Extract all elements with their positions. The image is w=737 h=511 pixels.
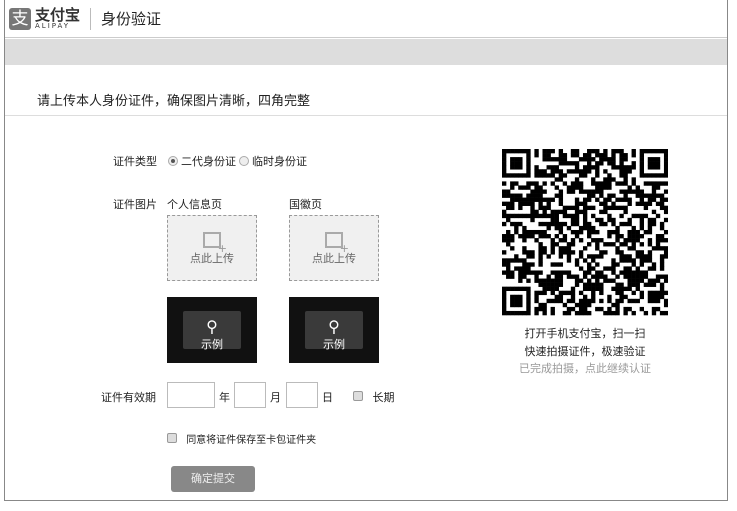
alipay-logo-icon: 支 (9, 7, 31, 30)
logo-cn: 支付宝 (35, 5, 81, 24)
upload-text: 点此上传 (312, 252, 356, 265)
sample-front[interactable]: ⚲ 示例 (167, 297, 257, 363)
upload-front[interactable]: 点此上传 (167, 215, 257, 281)
intro-text: 请上传本人身份证件，确保图片清晰，四角完整 (37, 94, 311, 109)
image-add-icon (325, 232, 349, 255)
qr-instruction-1: 打开手机支付宝，扫一扫 (524, 327, 646, 340)
header-divider (90, 7, 92, 30)
day-label: 日 (322, 391, 333, 404)
radio-id-card-label[interactable]: 二代身份证 (181, 155, 236, 168)
page-title: 身份验证 (101, 10, 162, 28)
alipay-logo[interactable]: 支 支付宝 ALIPAY (9, 5, 81, 30)
agree-label[interactable]: 同意将证件保存至卡包证件夹 (186, 435, 316, 446)
year-label: 年 (219, 391, 230, 404)
radio-temp-id-label[interactable]: 临时身份证 (252, 155, 307, 168)
validity-label: 证件有效期 (101, 391, 156, 404)
upload-back[interactable]: 点此上传 (289, 215, 379, 281)
divider (5, 115, 727, 116)
image-label: 证件图片 (113, 198, 157, 211)
front-label: 个人信息页 (167, 198, 222, 211)
page-frame: 支 支付宝 ALIPAY 身份验证 请上传本人身份证件，确保图片清晰，四角完整 证… (4, 0, 728, 501)
year-input[interactable] (167, 382, 215, 408)
sample-text: 示例 (201, 338, 223, 351)
qr-instruction-2: 快速拍摄证件，极速验证 (524, 345, 646, 358)
search-icon: ⚲ (206, 317, 218, 336)
day-input[interactable] (286, 382, 318, 408)
gray-band (5, 39, 727, 65)
search-icon: ⚲ (328, 317, 340, 336)
continue-link[interactable]: 已完成拍摄，点此继续认证 (502, 360, 668, 376)
month-input[interactable] (234, 382, 266, 408)
radio-id-card[interactable] (168, 156, 178, 166)
type-radio-group: 二代身份证 临时身份证 (165, 153, 307, 169)
sample-text: 示例 (323, 338, 345, 351)
logo-en: ALIPAY (35, 21, 71, 30)
sample-back[interactable]: ⚲ 示例 (289, 297, 379, 363)
longterm-checkbox[interactable] (353, 391, 363, 401)
upload-text: 点此上传 (190, 252, 234, 265)
agree-checkbox[interactable] (167, 433, 177, 443)
header: 支 支付宝 ALIPAY 身份验证 (5, 0, 727, 38)
month-label: 月 (270, 391, 281, 404)
qr-code (502, 149, 668, 316)
radio-temp-id[interactable] (239, 156, 249, 166)
image-add-icon (203, 232, 227, 255)
type-label: 证件类型 (113, 155, 157, 168)
back-label: 国徽页 (289, 198, 322, 211)
longterm-label[interactable]: 长期 (373, 391, 395, 404)
submit-button[interactable]: 确定提交 (171, 466, 255, 492)
